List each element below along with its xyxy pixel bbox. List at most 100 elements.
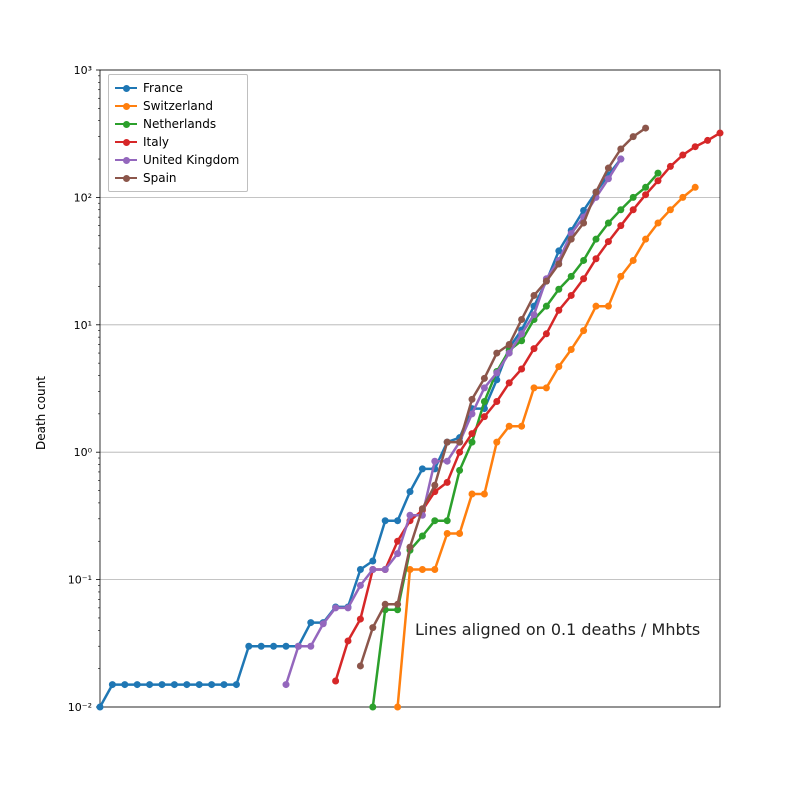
series-marker [431,482,438,489]
legend-item: United Kingdom [115,151,239,169]
legend-label: France [143,81,183,95]
series-marker [531,384,538,391]
legend-swatch [115,87,137,90]
series-marker [208,681,215,688]
series-marker [456,530,463,537]
series-marker [469,396,476,403]
legend-swatch [115,177,137,180]
series-marker [568,236,575,243]
series-marker [543,278,550,285]
series-marker [555,307,562,314]
series-marker [444,517,451,524]
series-marker [456,449,463,456]
series-marker [481,398,488,405]
series-marker [481,490,488,497]
series-marker [444,458,451,465]
series-marker [382,601,389,608]
series-marker [692,184,699,191]
annotation-text: Lines aligned on 0.1 deaths / Mhbts [415,620,700,639]
series-marker [109,681,116,688]
series-marker [518,316,525,323]
series-marker [369,557,376,564]
series-marker [357,566,364,573]
series-marker [121,681,128,688]
series-marker [394,601,401,608]
series-marker [555,363,562,370]
series-marker [568,273,575,280]
series-marker [283,681,290,688]
series-marker [171,681,178,688]
series-marker [568,346,575,353]
series-marker [307,619,314,626]
series-marker [134,681,141,688]
series-marker [667,163,674,170]
legend-swatch [115,123,137,126]
series-marker [642,236,649,243]
series-marker [605,238,612,245]
series-marker [568,292,575,299]
series-marker [630,257,637,264]
series-marker [642,125,649,132]
legend: FranceSwitzerlandNetherlandsItalyUnited … [108,74,248,192]
series-marker [369,704,376,711]
series-marker [295,643,302,650]
y-tick-label: 10³ [74,64,92,77]
legend-item: Spain [115,169,239,187]
series-marker [233,681,240,688]
series-marker [543,384,550,391]
series-marker [642,191,649,198]
series-marker [593,236,600,243]
legend-label: Spain [143,171,177,185]
series-marker [456,439,463,446]
series-marker [97,704,104,711]
series-marker [307,643,314,650]
series-marker [444,479,451,486]
series-marker [469,430,476,437]
series-marker [617,273,624,280]
series-marker [419,532,426,539]
series-marker [481,413,488,420]
y-tick-label: 10⁻² [68,701,92,714]
series-marker [493,369,500,376]
series-marker [506,350,513,357]
series-marker [345,637,352,644]
series-marker [580,257,587,264]
series-marker [357,582,364,589]
series-marker [345,604,352,611]
series-marker [642,184,649,191]
series-marker [444,530,451,537]
series-marker [605,219,612,226]
series-marker [605,165,612,172]
series-marker [332,604,339,611]
series-marker [357,662,364,669]
series-marker [617,145,624,152]
series-marker [493,439,500,446]
series-marker [369,624,376,631]
series-marker [506,341,513,348]
series-marker [407,488,414,495]
series-marker [518,330,525,337]
series-marker [394,704,401,711]
series-marker [506,423,513,430]
series-marker [332,677,339,684]
series-marker [283,643,290,650]
series-marker [419,465,426,472]
series-marker [617,156,624,163]
series-marker [555,286,562,293]
series-marker [531,345,538,352]
series-marker [456,467,463,474]
series-marker [617,222,624,229]
series-marker [159,681,166,688]
series-marker [605,175,612,182]
series-marker [605,303,612,310]
y-tick-label: 10² [74,191,92,204]
series-marker [531,311,538,318]
series-marker [518,423,525,430]
series-marker [146,681,153,688]
series-marker [630,194,637,201]
legend-item: Switzerland [115,97,239,115]
chart: 10⁻²10⁻¹10⁰10¹10²10³ Death count Lines a… [0,0,800,800]
series-marker [469,490,476,497]
series-marker [580,327,587,334]
series-marker [593,303,600,310]
